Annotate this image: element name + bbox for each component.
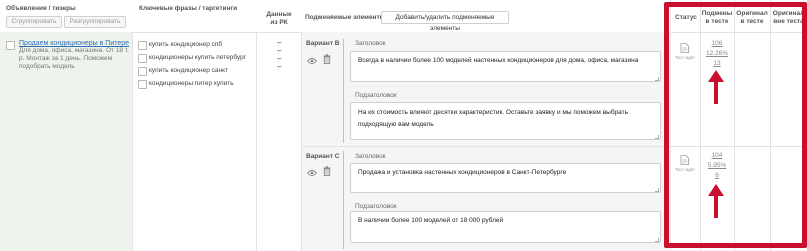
header-rk-line2: из РК bbox=[270, 19, 288, 26]
phrase-checkbox-3[interactable] bbox=[138, 67, 147, 76]
variant-c-sub-input[interactable]: В наличии более 100 моделей от 18 000 ру… bbox=[350, 211, 661, 243]
variant-c-heading-input[interactable]: Продажа и установка настенных кондиционе… bbox=[350, 163, 661, 193]
eye-icon[interactable] bbox=[306, 52, 318, 70]
group-button[interactable]: Сгруппировать bbox=[6, 16, 62, 28]
ad-title-link[interactable]: Продаем кондиционеры в Питере bbox=[19, 40, 131, 47]
resize-grip[interactable] bbox=[655, 135, 659, 139]
phrase-2: кондиционеры купить петербург bbox=[149, 54, 247, 61]
header-rk: Данные из РК bbox=[260, 11, 298, 27]
eye-icon[interactable] bbox=[306, 164, 318, 182]
add-remove-elements-button[interactable]: Добавить/удалить подменяемые элементы bbox=[381, 11, 509, 32]
ad-block: Продаем кондиционеры в Питере Для дома, … bbox=[19, 40, 131, 71]
variant-b-sub-input[interactable]: На их стоимость влияют десятки характери… bbox=[350, 102, 661, 140]
variant-b-sub-line2: подходящую вам модель bbox=[358, 121, 434, 128]
variant-c-label: Вариант C bbox=[306, 153, 340, 160]
trash-icon[interactable] bbox=[323, 51, 331, 69]
resize-grip[interactable] bbox=[655, 188, 659, 192]
phrase-checkbox-1[interactable] bbox=[138, 41, 147, 50]
ad-checkbox[interactable] bbox=[6, 41, 15, 50]
arrow-up-icon bbox=[708, 70, 724, 109]
phrases-cell bbox=[132, 32, 257, 251]
phrase-checkbox-4[interactable] bbox=[138, 80, 147, 89]
trash-icon[interactable] bbox=[323, 163, 331, 181]
variant-c-sub-label: Подзаголовок bbox=[355, 203, 397, 210]
phrase-checkbox-2[interactable] bbox=[138, 54, 147, 63]
variant-b-label: Вариант B bbox=[306, 40, 340, 47]
ad-text-line1: Для дома, офиса, магазина. От 18 т. bbox=[19, 47, 129, 54]
rk-dash-4: – bbox=[277, 62, 282, 71]
highlight-box bbox=[664, 2, 807, 248]
variant-b-heading-label: Заголовок bbox=[355, 40, 386, 47]
ad-text-line2: р. Монтаж за 1 день. Поможем bbox=[19, 55, 113, 62]
header-ads: Объявления / тизеры bbox=[6, 5, 76, 12]
header-phrases: Ключевые фразы / таргетинги bbox=[139, 5, 238, 12]
variant-b-sub-line1: На их стоимость влияют десятки характери… bbox=[358, 109, 629, 116]
variant-c-bracket bbox=[343, 151, 344, 249]
variant-b-sub-label: Подзаголовок bbox=[355, 92, 397, 99]
variant-c-heading-label: Заголовок bbox=[355, 153, 386, 160]
phrase-4: кондиционеры питер купить bbox=[149, 80, 234, 87]
variant-b-bracket bbox=[343, 39, 344, 143]
variant-b-heading-input[interactable]: Всегда в наличии более 100 моделей насте… bbox=[350, 51, 661, 82]
header-rk-line1: Данные bbox=[266, 11, 292, 18]
resize-grip[interactable] bbox=[655, 238, 659, 242]
arrow-up-icon bbox=[708, 184, 724, 223]
ad-text-line3: подобрать модель bbox=[19, 63, 75, 70]
ungroup-button[interactable]: Разгруппировать bbox=[64, 16, 126, 28]
header-variants: Подменяемые элементы bbox=[305, 14, 386, 21]
resize-grip[interactable] bbox=[655, 77, 659, 81]
phrase-1: купить кондиционер спб bbox=[149, 41, 223, 48]
phrase-3: купить кондиционер санкт bbox=[149, 67, 228, 74]
variant-c-sub-line1: В наличии более 100 моделей от 18 000 ру… bbox=[358, 217, 504, 224]
